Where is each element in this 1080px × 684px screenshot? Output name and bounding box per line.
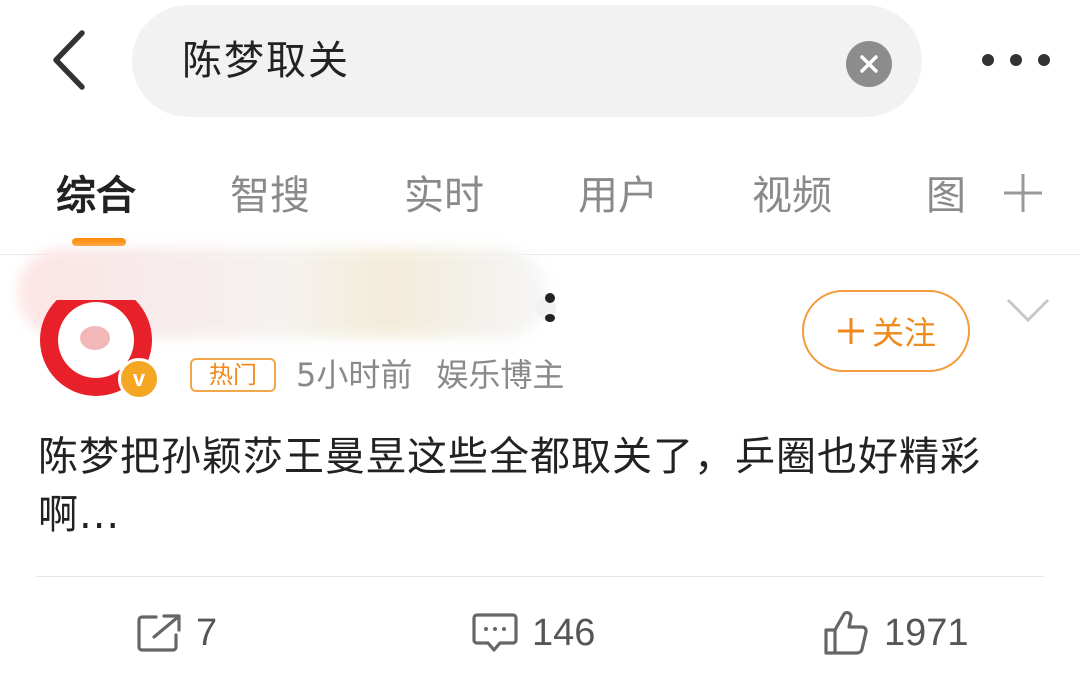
- avatar-image: [80, 326, 110, 350]
- tab-images[interactable]: 图: [926, 170, 966, 222]
- repost-count: 7: [196, 612, 218, 654]
- post-text[interactable]: 陈梦把孙颖莎王曼昱这些全都取关了，乒圈也好精彩啊...: [38, 428, 1048, 544]
- tab-users[interactable]: 用户: [578, 170, 658, 222]
- chevron-down-icon[interactable]: [1002, 292, 1054, 328]
- post-meta: 5小时前 娱乐博主: [296, 354, 564, 396]
- verified-badge-letter: v: [132, 366, 146, 391]
- active-tab-indicator: [72, 238, 126, 246]
- clear-icon: [860, 55, 878, 73]
- emoji-icon: [536, 293, 556, 322]
- hot-badge: 热门: [190, 358, 276, 392]
- search-box[interactable]: 陈梦取关: [132, 5, 922, 117]
- more-icon-dot: [1038, 54, 1050, 66]
- add-tab-icon[interactable]: [1000, 170, 1046, 216]
- more-icon-dot: [1010, 54, 1022, 66]
- tab-smart-search[interactable]: 智搜: [230, 170, 310, 222]
- tab-all[interactable]: 综合: [56, 170, 136, 222]
- comment-count: 146: [532, 612, 596, 654]
- plus-icon: [837, 318, 864, 344]
- back-arrow-icon: [53, 30, 85, 90]
- like-icon: [824, 611, 868, 655]
- verified-icon: v: [118, 358, 160, 400]
- back-button[interactable]: [38, 28, 98, 92]
- follow-button[interactable]: 关注: [802, 290, 970, 372]
- clear-button[interactable]: [846, 41, 892, 87]
- user-type: 娱乐博主: [436, 356, 565, 394]
- more-icon: [982, 54, 994, 66]
- comment-button[interactable]: 146: [472, 606, 595, 660]
- repost-icon: [137, 614, 181, 652]
- tab-realtime[interactable]: 实时: [404, 170, 484, 222]
- divider: [36, 576, 1044, 577]
- follow-label: 关注: [871, 314, 936, 352]
- more-button[interactable]: [976, 40, 1056, 80]
- repost-button[interactable]: 7: [136, 606, 217, 660]
- comment-icon: [472, 613, 518, 652]
- post-time: 5小时前: [296, 356, 413, 394]
- search-tabs: 综合 智搜 实时 用户 视频 图: [0, 160, 1080, 255]
- tab-videos[interactable]: 视频: [752, 170, 832, 222]
- like-count: 1971: [884, 612, 969, 654]
- like-button[interactable]: 1971: [822, 606, 969, 660]
- search-input[interactable]: 陈梦取关: [182, 33, 350, 89]
